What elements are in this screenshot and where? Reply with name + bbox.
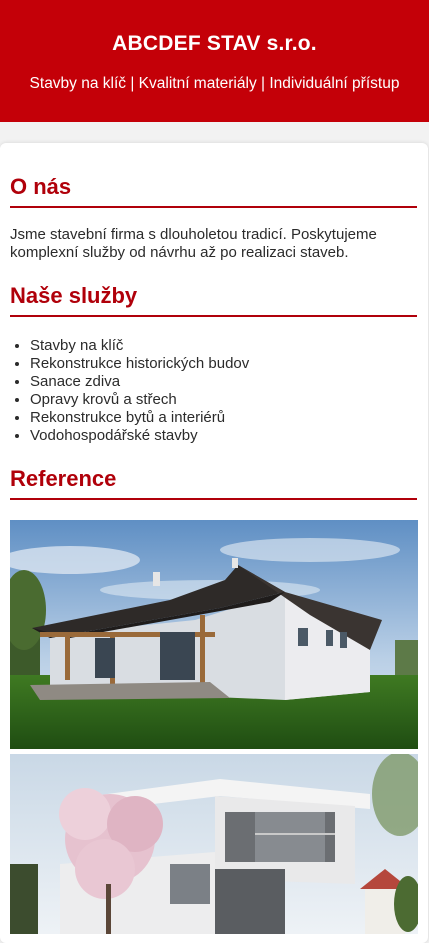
about-heading: O nás [10, 173, 417, 208]
site-title: ABCDEF STAV s.r.o. [112, 32, 317, 55]
services-list: Stavby na klíč Rekonstrukce historických… [10, 337, 417, 445]
service-item: Rekonstrukce historických budov [30, 355, 417, 373]
service-item: Stavby na klíč [30, 337, 417, 355]
service-item: Sanace zdiva [30, 373, 417, 391]
site-header: ABCDEF STAV s.r.o. Stavby na klíč | Kval… [0, 0, 429, 122]
site-tagline: Stavby na klíč | Kvalitní materiály | In… [29, 75, 400, 92]
service-item: Opravy krovů a střech [30, 391, 417, 409]
reference-image-bungalow[interactable] [10, 520, 418, 749]
service-item: Vodohospodářské stavby [30, 427, 417, 445]
about-section: O nás Jsme stavební firma s dlouholetou … [10, 173, 417, 262]
service-item: Rekonstrukce bytů a interiérů [30, 409, 417, 427]
main-content: O nás Jsme stavební firma s dlouholetou … [0, 143, 428, 943]
services-heading: Naše služby [10, 282, 417, 317]
reference-gallery [10, 520, 418, 934]
services-section: Naše služby Stavby na klíč Rekonstrukce … [10, 282, 417, 445]
about-text: Jsme stavební firma s dlouholetou tradic… [10, 226, 377, 261]
reference-image-villa[interactable] [10, 754, 418, 934]
references-section: Reference [10, 465, 418, 934]
references-heading: Reference [10, 465, 417, 500]
